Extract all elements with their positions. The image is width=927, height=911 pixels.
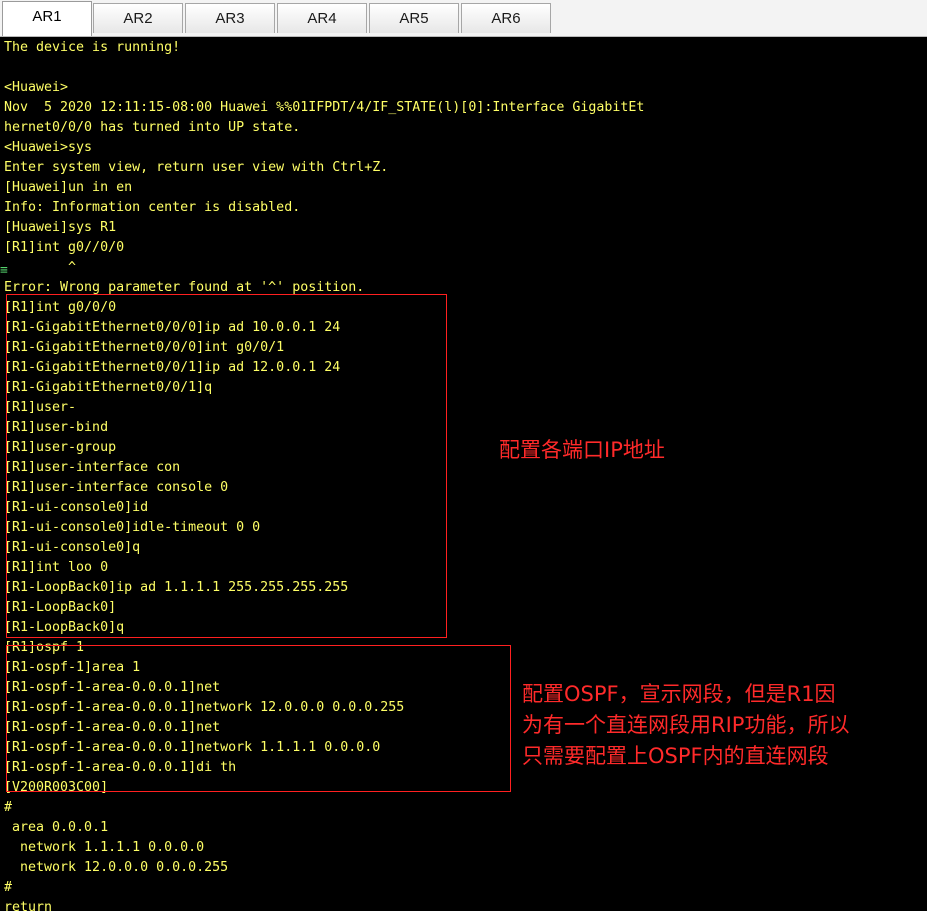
terminal-line: [R1-ospf-1-area-0.0.0.1]di th	[4, 760, 237, 775]
terminal-line: [R1-GigabitEthernet0/0/0]ip ad 10.0.0.1 …	[4, 320, 341, 335]
interface-config-note: 配置各端口IP地址	[499, 438, 665, 462]
terminal-line: #	[4, 880, 13, 895]
terminal-line: [R1]int g0//0/0	[4, 240, 125, 255]
tab-ar1[interactable]: AR1	[2, 1, 92, 36]
terminal-line: [R1]user-interface console 0	[4, 480, 229, 495]
terminal-line: Enter system view, return user view with…	[4, 160, 389, 175]
terminal-line: [R1-ui-console0]id	[4, 500, 149, 515]
terminal-line: [R1]user-group	[4, 440, 117, 455]
ospf-note-line-3: 只需要配置上OSPF内的直连网段	[522, 744, 829, 768]
terminal-line: [R1-LoopBack0]ip ad 1.1.1.1 255.255.255.…	[4, 580, 349, 595]
terminal-line: area 0.0.0.1	[4, 820, 109, 835]
console-output[interactable]: The device is running! <Huawei> Nov 5 20…	[0, 38, 927, 911]
terminal-line: network 12.0.0.0 0.0.0.255	[4, 860, 229, 875]
terminal-line: ^	[4, 260, 77, 275]
terminal-line: [R1]user-	[4, 400, 77, 415]
terminal-line: Error: Wrong parameter found at '^' posi…	[4, 280, 365, 295]
terminal-line: [R1]user-bind	[4, 420, 109, 435]
terminal-line: [V200R003C00]	[4, 780, 109, 795]
terminal-line: [R1-ospf-1-area-0.0.0.1]net	[4, 720, 221, 735]
terminal-line: [R1-ospf-1]area 1	[4, 660, 141, 675]
terminal-window: AR1 AR2 AR3 AR4 AR5 AR6 The device is ru…	[0, 0, 927, 911]
terminal-line: [R1-LoopBack0]	[4, 600, 117, 615]
terminal-line: [R1-GigabitEthernet0/0/1]ip ad 12.0.0.1 …	[4, 360, 341, 375]
terminal-line: [R1-LoopBack0]q	[4, 620, 125, 635]
terminal-line: [Huawei]un in en	[4, 180, 133, 195]
terminal-line: [R1-GigabitEthernet0/0/1]q	[4, 380, 213, 395]
terminal-line: [R1-ospf-1-area-0.0.0.1]network 12.0.0.0…	[4, 700, 405, 715]
terminal-line: [Huawei]sys R1	[4, 220, 117, 235]
terminal-line: <Huawei>sys	[4, 140, 93, 155]
tab-ar3[interactable]: AR3	[185, 3, 275, 33]
terminal-line: #	[4, 800, 13, 815]
terminal-line: [R1]user-interface con	[4, 460, 181, 475]
terminal-line: [R1]int g0/0/0	[4, 300, 117, 315]
tab-ar4[interactable]: AR4	[277, 3, 367, 33]
terminal-line: hernet0/0/0 has turned into UP state.	[4, 120, 301, 135]
terminal-line: The device is running!	[4, 40, 181, 55]
terminal-line: <Huawei>	[4, 80, 69, 95]
device-tab-bar: AR1 AR2 AR3 AR4 AR5 AR6	[0, 0, 927, 37]
tab-ar5[interactable]: AR5	[369, 3, 459, 33]
terminal-line: [R1-GigabitEthernet0/0/0]int g0/0/1	[4, 340, 285, 355]
terminal-line: [R1-ospf-1-area-0.0.0.1]network 1.1.1.1 …	[4, 740, 381, 755]
terminal-line: Nov 5 2020 12:11:15-08:00 Huawei %%01IFP…	[4, 100, 645, 115]
terminal-line: [R1]int loo 0	[4, 560, 109, 575]
tab-ar2[interactable]: AR2	[93, 3, 183, 33]
terminal-line: [R1]ospf 1	[4, 640, 85, 655]
terminal-line: [R1-ospf-1-area-0.0.0.1]net	[4, 680, 221, 695]
ospf-note-line-1: 配置OSPF，宣示网段，但是R1因	[522, 682, 836, 706]
terminal-line: network 1.1.1.1 0.0.0.0	[4, 840, 205, 855]
ospf-note-line-2: 为有一个直连网段用RIP功能，所以	[522, 713, 850, 737]
terminal-line: return	[4, 900, 53, 911]
terminal-line: [R1-ui-console0]q	[4, 540, 141, 555]
terminal-line: Info: Information center is disabled.	[4, 200, 301, 215]
terminal-line: [R1-ui-console0]idle-timeout 0 0	[4, 520, 261, 535]
tab-ar6[interactable]: AR6	[461, 3, 551, 33]
